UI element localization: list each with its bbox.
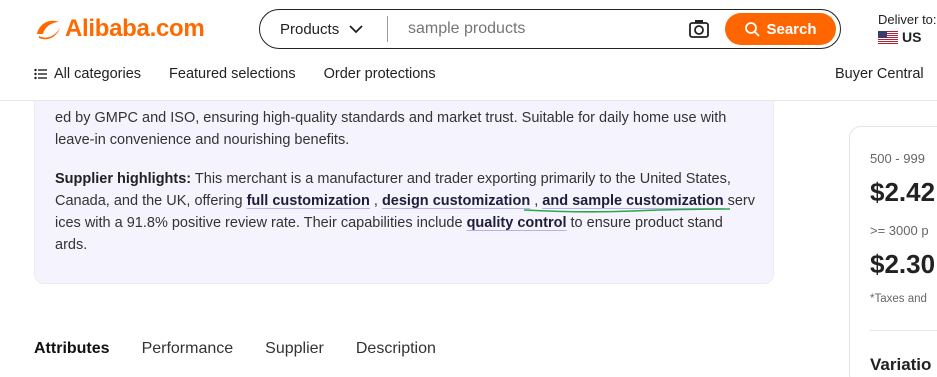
deliver-to[interactable]: Deliver to: US — [878, 12, 937, 45]
supplier-text: Canada, and the UK, offering — [55, 193, 247, 209]
chevron-down-icon — [349, 25, 363, 34]
price-tier-2-price: $2.30 — [870, 249, 936, 279]
menu-icon — [34, 68, 47, 80]
description-line-2: leave-in convenience and nourishing bene… — [55, 132, 350, 148]
us-flag-icon — [878, 30, 898, 44]
tax-note: *Taxes and — [870, 293, 927, 305]
alibaba-logo-icon — [37, 20, 60, 40]
supplier-text: to ensure product stand — [566, 215, 723, 231]
keyword-design-customization[interactable]: design customization — [382, 193, 530, 209]
deliver-label: Deliver to: — [878, 12, 937, 27]
search-input[interactable] — [408, 20, 668, 38]
country-code: US — [902, 29, 922, 45]
main-nav: All categories Featured selections Order… — [34, 66, 464, 82]
tab-supplier[interactable]: Supplier — [265, 340, 324, 358]
tab-attributes[interactable]: Attributes — [34, 340, 110, 358]
alibaba-logo[interactable]: Alibaba.com — [33, 12, 205, 46]
nav-featured-selections[interactable]: Featured selections — [169, 66, 296, 82]
search-button-label: Search — [766, 20, 817, 38]
variations-title: Variatio — [870, 355, 932, 374]
camera-icon[interactable] — [688, 18, 710, 40]
nav-order-protections[interactable]: Order protections — [324, 66, 436, 82]
tab-performance[interactable]: Performance — [142, 340, 234, 358]
search-bar: Products Search — [259, 9, 841, 49]
supplier-text: ards. — [55, 237, 88, 253]
site-header: Alibaba.com Products Search Deliver to: … — [0, 0, 937, 101]
supplier-highlights-label: Supplier highlights: — [55, 171, 192, 187]
search-icon — [745, 22, 761, 37]
price-panel: 500 - 999 $2.42 >= 3000 p $2.30 *Taxes a… — [849, 126, 937, 377]
supplier-text: This merchant is a manufacturer and trad… — [191, 171, 731, 187]
product-description: ed by GMPC and ISO, ensuring high-qualit… — [55, 107, 760, 151]
search-category-dropdown[interactable]: Products — [260, 16, 388, 42]
keyword-quality-control[interactable]: quality control — [467, 215, 567, 231]
price-tier-1-price: $2.42 — [870, 177, 936, 207]
deliver-country: US — [878, 29, 937, 45]
search-button[interactable]: Search — [725, 13, 836, 45]
nav-all-categories-label: All categories — [54, 66, 142, 82]
nav-all-categories[interactable]: All categories — [34, 66, 141, 82]
tab-description[interactable]: Description — [356, 340, 436, 358]
divider — [870, 330, 937, 331]
description-line-1: ed by GMPC and ISO, ensuring high-qualit… — [55, 110, 727, 126]
product-highlights-card: ed by GMPC and ISO, ensuring high-qualit… — [34, 70, 774, 284]
keyword-full-customization[interactable]: full customization — [247, 193, 370, 209]
price-tier-1-range: 500 - 999 — [870, 151, 925, 166]
product-tabs: Attributes Performance Supplier Descript… — [34, 340, 468, 358]
separator: , — [369, 193, 382, 209]
spellcheck-underline — [523, 208, 731, 213]
price-tier-2-range: >= 3000 p — [870, 223, 929, 238]
nav-buyer-central[interactable]: Buyer Central — [835, 66, 924, 82]
supplier-text: ices with a 91.8% positive review rate. … — [55, 215, 467, 231]
search-category-label: Products — [280, 20, 340, 38]
logo-text: Alibaba.com — [65, 15, 205, 42]
